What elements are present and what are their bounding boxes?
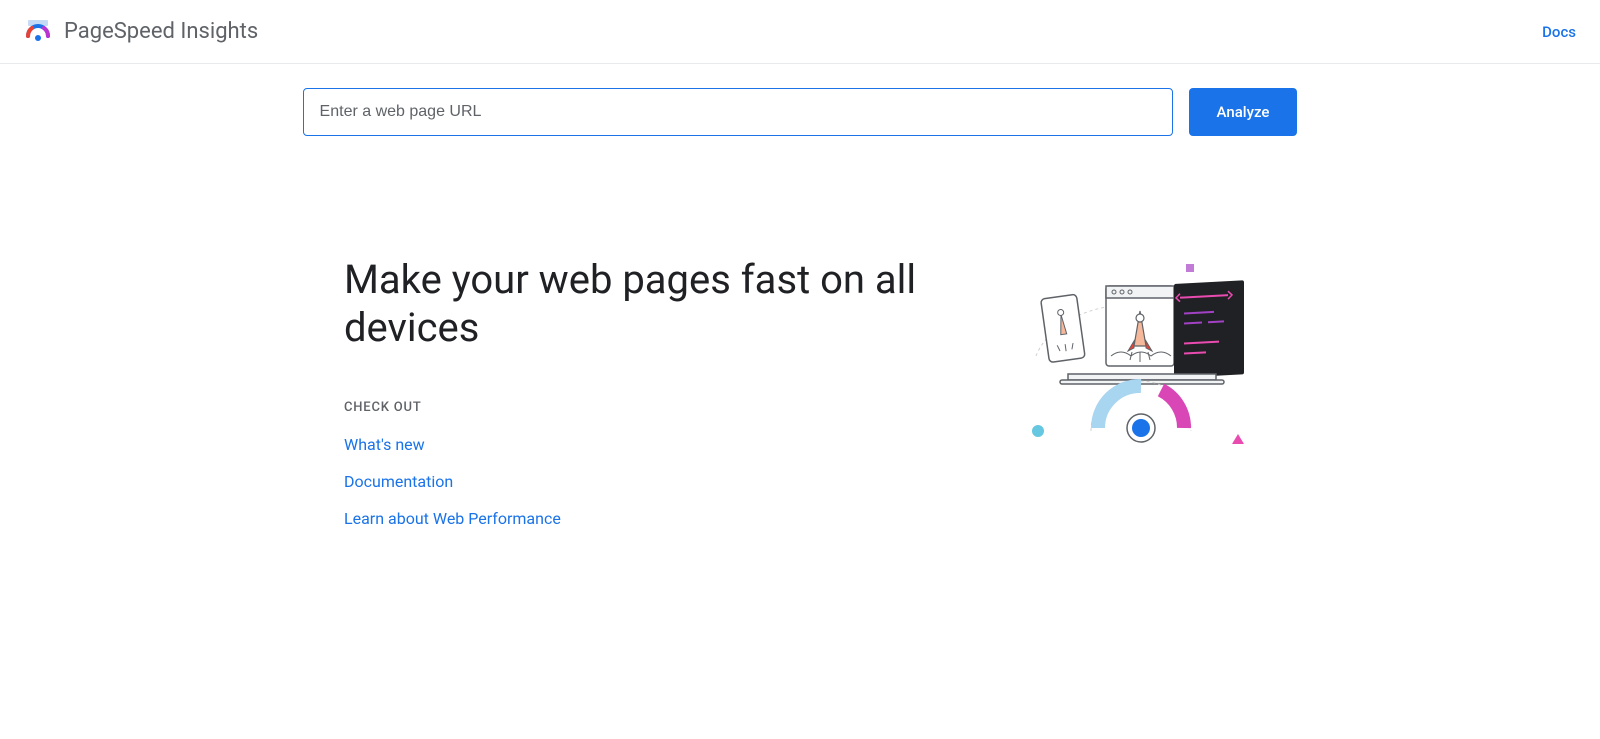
main-content: Make your web pages fast on all devices … xyxy=(320,256,1280,546)
link-web-performance[interactable]: Learn about Web Performance xyxy=(344,509,561,528)
page-headline: Make your web pages fast on all devices xyxy=(344,256,1016,352)
docs-link[interactable]: Docs xyxy=(1542,23,1576,41)
header-left: PageSpeed Insights xyxy=(24,18,258,46)
link-whats-new[interactable]: What's new xyxy=(344,435,425,454)
app-header: PageSpeed Insights Docs xyxy=(0,0,1600,64)
app-title: PageSpeed Insights xyxy=(64,19,258,44)
pagespeed-logo-icon xyxy=(24,18,52,46)
url-input[interactable] xyxy=(303,88,1173,136)
hero-illustration xyxy=(1016,256,1256,456)
link-documentation[interactable]: Documentation xyxy=(344,472,453,491)
checkout-label: CHECK OUT xyxy=(344,400,1016,415)
resource-links: What's new Documentation Learn about Web… xyxy=(344,435,1016,528)
search-bar: Analyze xyxy=(300,64,1300,136)
analyze-button[interactable]: Analyze xyxy=(1189,88,1298,136)
content-left: Make your web pages fast on all devices … xyxy=(344,256,1016,546)
